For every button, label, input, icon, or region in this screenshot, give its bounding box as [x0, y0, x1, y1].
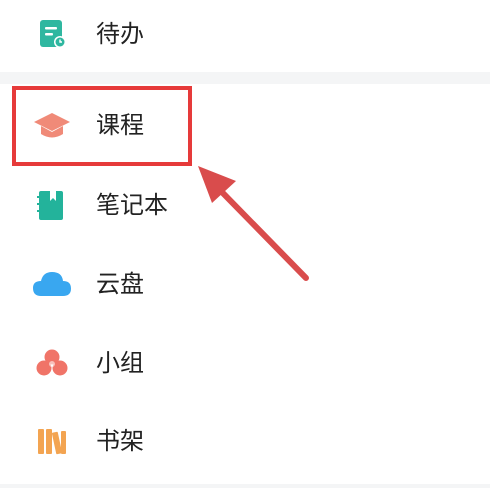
app-screen: 待办 课程 笔记本 云盘 小组 书架	[0, 0, 490, 488]
cloud-drive-icon	[30, 266, 74, 302]
bookshelf-icon	[30, 423, 74, 459]
menu-item-label: 待办	[96, 20, 144, 48]
menu-item-cloud-drive[interactable]: 云盘	[0, 254, 490, 314]
menu-item-todo[interactable]: 待办	[0, 4, 490, 64]
menu-item-group[interactable]: 小组	[0, 333, 490, 393]
highlight-box	[12, 86, 192, 166]
menu-item-label: 笔记本	[96, 191, 168, 219]
todo-section: 待办	[0, 0, 490, 72]
menu-item-label: 书架	[96, 427, 144, 455]
todo-icon	[30, 16, 74, 52]
menu-item-label: 云盘	[96, 270, 144, 298]
menu-item-label: 小组	[96, 349, 144, 377]
notebook-icon	[30, 187, 74, 223]
group-icon	[30, 345, 74, 381]
menu-item-bookshelf[interactable]: 书架	[0, 411, 490, 471]
menu-item-notebook[interactable]: 笔记本	[0, 175, 490, 235]
